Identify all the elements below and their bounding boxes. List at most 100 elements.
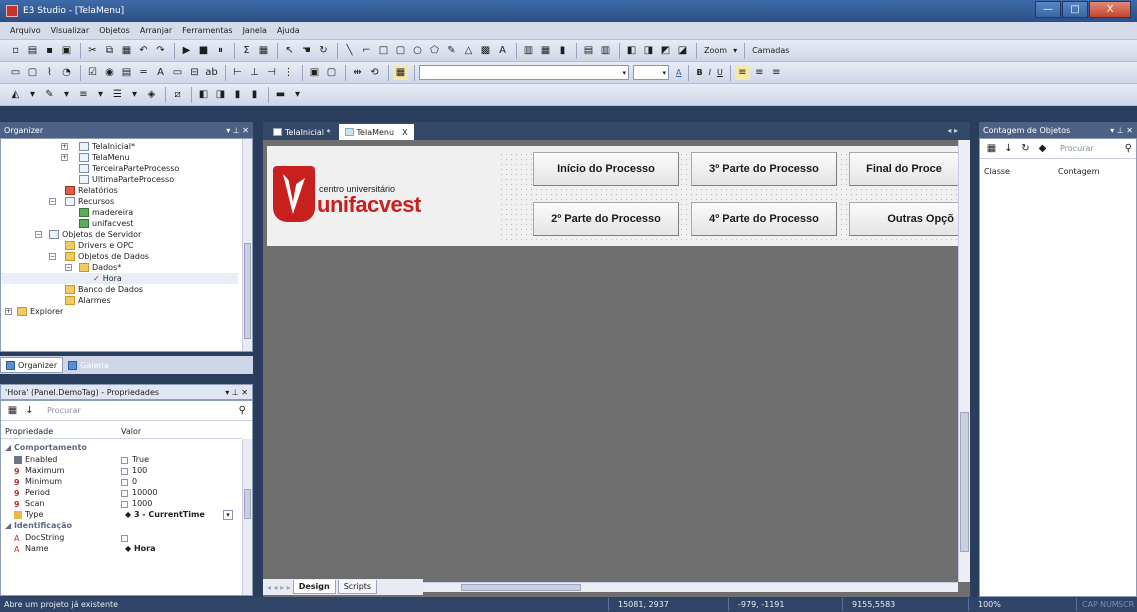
- search-icon[interactable]: ⚲: [239, 405, 246, 416]
- tab-galeria[interactable]: Galeria: [63, 357, 114, 373]
- design-canvas[interactable]: centro universitário unifacvest Início d…: [263, 140, 970, 597]
- tree-item-drivers[interactable]: Drivers e OPC: [65, 240, 134, 251]
- text-icon[interactable]: A: [495, 44, 510, 58]
- underline-button[interactable]: U: [717, 68, 723, 77]
- search-input[interactable]: Procurar: [1060, 144, 1125, 153]
- menu-janela[interactable]: Janela: [243, 26, 267, 35]
- chevron-down-icon[interactable]: ▾: [733, 46, 737, 55]
- flip-icon[interactable]: ⇹: [350, 66, 365, 80]
- layer-select-icon[interactable]: ▬: [273, 88, 288, 102]
- chevron-down-icon[interactable]: ▾: [25, 88, 40, 102]
- distribute-icon[interactable]: ⋮: [281, 66, 296, 80]
- zoom-dropdown[interactable]: Zoom: [704, 46, 727, 55]
- hline-icon[interactable]: ═: [136, 66, 151, 80]
- line-color-icon[interactable]: ✎: [42, 88, 57, 102]
- align-right-icon[interactable]: ⊣: [264, 66, 279, 80]
- canvas-vertical-scrollbar[interactable]: [958, 140, 970, 582]
- organizer-scrollbar[interactable]: [242, 139, 252, 351]
- rectangle-icon[interactable]: □: [376, 44, 391, 58]
- menu-arquivo[interactable]: Arquivo: [10, 26, 41, 35]
- layer3-icon[interactable]: ◩: [658, 44, 673, 58]
- tree-item-hora[interactable]: ✓ Hora: [93, 273, 122, 284]
- refresh-icon[interactable]: ↻: [1018, 142, 1033, 156]
- image-icon[interactable]: ▩: [478, 44, 493, 58]
- pointer-icon[interactable]: ↖: [282, 44, 297, 58]
- align-icon[interactable]: ▤: [581, 44, 596, 58]
- prop-row-type[interactable]: Type ◆ 3 - CurrentTime ▾: [1, 510, 242, 521]
- tab-organizer[interactable]: Organizer: [0, 357, 64, 373]
- chart-line-icon[interactable]: ⌇: [42, 66, 57, 80]
- label-icon[interactable]: A: [153, 66, 168, 80]
- textbox-icon[interactable]: ▭: [170, 66, 185, 80]
- button-icon[interactable]: ab: [204, 66, 219, 80]
- prop-row-scan[interactable]: 9 Scan 1000: [1, 499, 242, 510]
- panel-controls[interactable]: ▾ ⊥ ✕: [226, 126, 249, 135]
- font-color-button[interactable]: A: [676, 68, 681, 77]
- fill-color-icon[interactable]: ◭: [8, 88, 23, 102]
- radio-icon[interactable]: ◉: [102, 66, 117, 80]
- tab-design[interactable]: Design: [292, 580, 336, 594]
- prop-row-minimum[interactable]: 9 Minimum 0: [1, 477, 242, 488]
- panel-controls[interactable]: ▾ ⊥ ✕: [1110, 126, 1133, 135]
- tab-nav-arrows[interactable]: ◂ ◂ ▸ ▸: [267, 583, 291, 592]
- save-icon[interactable]: ▪: [42, 44, 57, 58]
- polygon-icon[interactable]: ⬠: [427, 44, 442, 58]
- tree-item-unifacvest[interactable]: unifacvest: [79, 218, 133, 229]
- order2-icon[interactable]: ▮: [247, 88, 262, 102]
- sum-icon[interactable]: Σ: [239, 44, 254, 58]
- collapse-icon[interactable]: −: [65, 264, 72, 271]
- tree-item-ultima[interactable]: UltimaParteProcesso: [79, 174, 174, 185]
- ellipse-icon[interactable]: ○: [410, 44, 425, 58]
- tree-item-dados[interactable]: Dados*: [79, 262, 121, 273]
- copy-icon[interactable]: ⧉: [102, 44, 117, 58]
- stop-icon[interactable]: ■: [196, 44, 211, 58]
- pause-icon[interactable]: ⏸: [213, 44, 228, 58]
- align-text-center-icon[interactable]: ≡: [752, 66, 767, 80]
- prop-row-period[interactable]: 9 Period 10000: [1, 488, 242, 499]
- bold-button[interactable]: B: [696, 68, 702, 77]
- tab-nav-arrows[interactable]: ◂ ▸: [947, 126, 958, 135]
- layer4-icon[interactable]: ◪: [675, 44, 690, 58]
- chevron-down-icon[interactable]: ▾: [59, 88, 74, 102]
- prop-row-maximum[interactable]: 9 Maximum 100: [1, 466, 242, 477]
- chevron-down-icon[interactable]: ▾: [223, 510, 233, 520]
- close-button[interactable]: X: [1089, 1, 1131, 18]
- tree-item-alarmes[interactable]: Alarmes: [65, 295, 111, 306]
- tab-scripts[interactable]: Scripts: [337, 580, 378, 594]
- polyline-icon[interactable]: ⌐: [359, 44, 374, 58]
- triangle-icon[interactable]: △: [461, 44, 476, 58]
- rounded-rect-icon[interactable]: ▢: [393, 44, 408, 58]
- chevron-down-icon[interactable]: ▾: [127, 88, 142, 102]
- chart-icon[interactable]: ▥: [521, 44, 536, 58]
- tree-item-madereira[interactable]: madereira: [79, 207, 133, 218]
- tree-item-objetos-dados[interactable]: Objetos de Dados: [65, 251, 149, 262]
- pen-icon[interactable]: ✎: [444, 44, 459, 58]
- maximize-button[interactable]: □: [1062, 1, 1088, 18]
- camadas-dropdown[interactable]: Camadas: [752, 46, 789, 55]
- play-icon[interactable]: ▶: [179, 44, 194, 58]
- tree-item-telamenu[interactable]: TelaMenu: [79, 152, 130, 163]
- bar-icon[interactable]: ▮: [555, 44, 570, 58]
- inicio-processo-button[interactable]: Início do Processo: [533, 152, 679, 186]
- transform-icon[interactable]: ⧄: [170, 88, 185, 102]
- search-input[interactable]: Procurar: [47, 406, 239, 415]
- collapse-icon[interactable]: −: [49, 198, 56, 205]
- screen-icon[interactable]: ▭: [8, 66, 23, 80]
- prop-row-name[interactable]: A Name ◆ Hora: [1, 544, 242, 555]
- table-icon[interactable]: ▦: [538, 44, 553, 58]
- list-icon[interactable]: ▤: [119, 66, 134, 80]
- shadow-icon[interactable]: ◈: [144, 88, 159, 102]
- tab-telainicial[interactable]: TelaInicial *: [267, 124, 337, 140]
- menu-ajuda[interactable]: Ajuda: [277, 26, 300, 35]
- save-all-icon[interactable]: ▣: [59, 44, 74, 58]
- tree-item-recursos[interactable]: Recursos: [65, 196, 114, 207]
- tree-item-objetos-servidor[interactable]: Objetos de Servidor: [49, 229, 141, 240]
- minimize-button[interactable]: —: [1035, 1, 1061, 18]
- font-name-combo[interactable]: ▾: [419, 65, 629, 80]
- tree-item-relatorios[interactable]: Relatórios: [65, 185, 118, 196]
- menu-arranjar[interactable]: Arranjar: [140, 26, 172, 35]
- gauge-icon[interactable]: ◔: [59, 66, 74, 80]
- line-icon[interactable]: ╲: [342, 44, 357, 58]
- line-width-icon[interactable]: ☰: [110, 88, 125, 102]
- grid-icon[interactable]: ▦: [256, 44, 271, 58]
